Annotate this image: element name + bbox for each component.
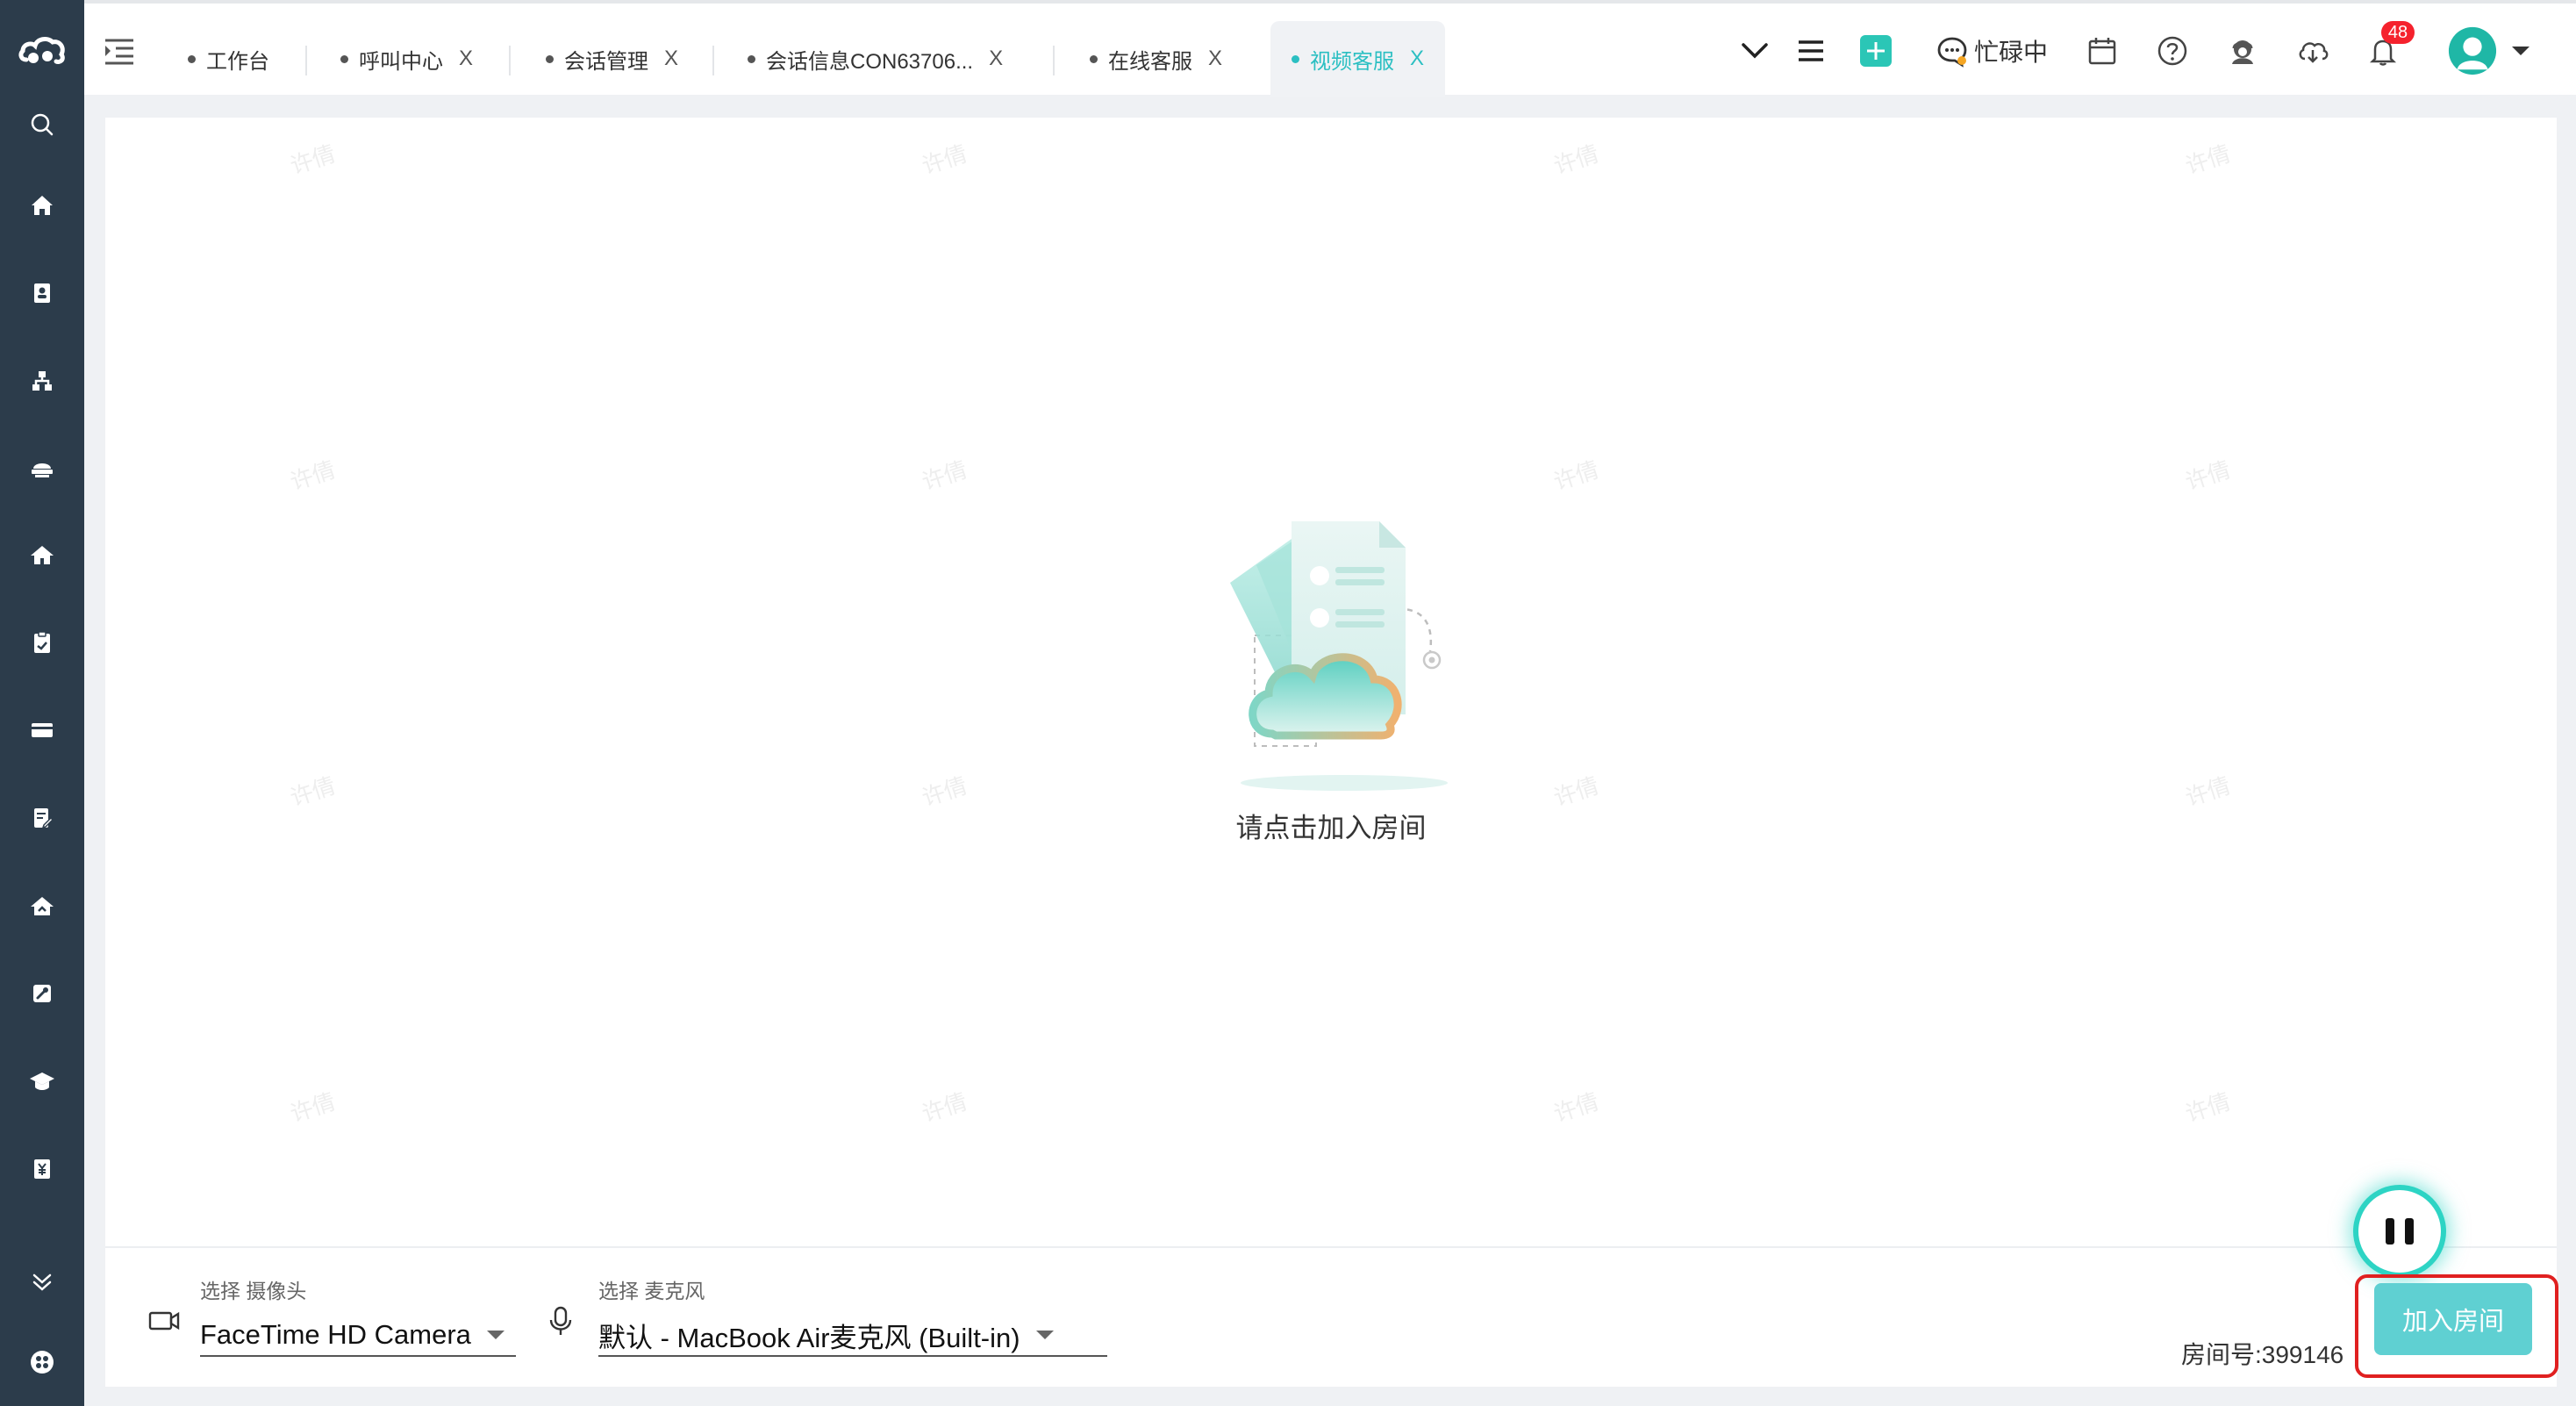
service-desk-icon[interactable] <box>0 439 84 495</box>
tab-dot <box>546 54 554 63</box>
tab-label: 会话管理 <box>564 49 648 74</box>
watermark: 许倩 <box>287 140 339 180</box>
org-chart-icon[interactable] <box>0 353 84 409</box>
watermark: 许倩 <box>287 456 339 496</box>
tab-dot <box>748 54 755 63</box>
search-icon[interactable] <box>0 97 84 153</box>
tab-separator <box>1053 46 1055 75</box>
avatar <box>2448 26 2497 75</box>
notification-badge: 48 <box>2381 21 2415 44</box>
join-room-button[interactable]: 加入房间 <box>2374 1283 2532 1355</box>
help-icon[interactable] <box>2155 30 2190 72</box>
device-bar: 选择 摄像头 FaceTime HD Camera 选择 麦克风 默认 - Ma… <box>105 1246 2557 1387</box>
tab-label: 会话信息CON63706... <box>766 49 974 74</box>
calendar-icon[interactable] <box>2085 30 2120 72</box>
watermark: 许倩 <box>1550 456 1602 496</box>
graduation-cap-icon[interactable] <box>0 1053 84 1109</box>
yen-icon[interactable] <box>0 1141 84 1197</box>
watermark: 许倩 <box>919 1087 970 1128</box>
tab-separator <box>305 46 307 75</box>
tab-close-icon[interactable]: X <box>1208 47 1222 71</box>
edit-document-icon[interactable] <box>0 790 84 846</box>
tab-close-icon[interactable]: X <box>1410 47 1424 71</box>
tab-video-service[interactable]: 视频客服 X <box>1270 21 1446 97</box>
card-icon[interactable] <box>0 702 84 758</box>
camera-select[interactable]: FaceTime HD Camera <box>200 1315 516 1357</box>
watermark: 许倩 <box>2182 1087 2234 1128</box>
add-icon[interactable] <box>1857 30 1895 72</box>
user-avatar-menu[interactable] <box>2444 26 2532 75</box>
tab-dot <box>1292 54 1299 63</box>
status-label: 忙碌中 <box>1974 39 2049 66</box>
tab-label: 工作台 <box>206 49 269 74</box>
tab-online-service[interactable]: 在线客服 X <box>1090 21 1222 97</box>
camera-icon <box>148 1311 180 1331</box>
room-number: 房间号:399146 <box>2181 1341 2344 1368</box>
empty-state-text: 请点击加入房间 <box>1235 813 1427 843</box>
notification-bell-icon[interactable]: 48 <box>2365 21 2415 72</box>
mic-select-label: 选择 麦克风 <box>598 1280 705 1302</box>
menu-collapse-icon[interactable] <box>102 35 137 67</box>
tab-call-center[interactable]: 呼叫中心 X <box>340 21 473 97</box>
top-bar: 工作台 呼叫中心 X 会话管理 X 会话信息CON63706... X 在线客服… <box>84 0 2576 97</box>
home-up-icon[interactable] <box>0 878 84 934</box>
tab-label: 视频客服 <box>1310 49 1394 74</box>
watermark: 许倩 <box>2182 140 2234 180</box>
chevron-down-icon[interactable] <box>1735 30 1774 72</box>
watermark: 许倩 <box>919 140 970 180</box>
agent-icon[interactable] <box>2225 30 2260 72</box>
app-logo-icon[interactable] <box>0 19 84 82</box>
camera-select-value: FaceTime HD Camera <box>200 1319 471 1350</box>
mic-select[interactable]: 默认 - MacBook Air麦克风 (Built-in) <box>598 1315 1107 1357</box>
status-busy-button[interactable]: 忙碌中 <box>1936 30 2058 72</box>
home-icon[interactable] <box>0 177 84 233</box>
mic-select-value: 默认 - MacBook Air麦克风 (Built-in) <box>598 1322 1020 1353</box>
sidebar <box>0 0 84 1406</box>
clipboard-icon[interactable] <box>0 614 84 671</box>
pause-icon <box>2405 1218 2414 1245</box>
watermark: 许倩 <box>2182 456 2234 496</box>
caret-down-icon <box>2512 47 2529 55</box>
tool-icon[interactable] <box>0 965 84 1022</box>
floating-pause-button[interactable] <box>2358 1190 2441 1273</box>
tab-separator <box>712 46 714 75</box>
contact-card-icon[interactable] <box>0 265 84 321</box>
tab-label: 在线客服 <box>1108 49 1192 74</box>
pause-icon <box>2386 1218 2394 1245</box>
empty-room-illustration <box>1230 521 1448 791</box>
watermark: 许倩 <box>287 1087 339 1128</box>
house-icon[interactable] <box>0 527 84 583</box>
mic-select-group: 选择 麦克风 默认 - MacBook Air麦克风 (Built-in) <box>598 1274 1107 1357</box>
tab-session-management[interactable]: 会话管理 X <box>546 21 678 97</box>
microphone-icon <box>549 1306 572 1335</box>
tab-separator <box>509 46 511 75</box>
tab-close-icon[interactable]: X <box>989 47 1003 71</box>
tab-label: 呼叫中心 <box>359 49 443 74</box>
watermark: 许倩 <box>1550 140 1602 180</box>
tab-dot <box>188 54 196 63</box>
tab-close-icon[interactable]: X <box>459 47 473 71</box>
tab-close-icon[interactable]: X <box>664 47 678 71</box>
watermark: 许倩 <box>919 456 970 496</box>
tab-dot <box>340 54 348 63</box>
camera-select-label: 选择 摄像头 <box>200 1280 307 1302</box>
tab-workbench[interactable]: 工作台 <box>188 21 269 97</box>
watermark: 许倩 <box>1550 1087 1602 1128</box>
caret-down-icon <box>486 1331 504 1339</box>
expand-more-icon[interactable] <box>0 1253 84 1309</box>
list-menu-icon[interactable] <box>1792 30 1830 72</box>
chat-status-icon <box>1937 37 1967 68</box>
tab-session-info[interactable]: 会话信息CON63706... X <box>748 21 1003 97</box>
video-service-panel: 许倩 许倩 许倩 许倩 许倩 许倩 许倩 许倩 许倩 许倩 许倩 许倩 许倩 许… <box>105 118 2557 1387</box>
apps-icon[interactable] <box>0 1334 84 1390</box>
caret-down-icon <box>1035 1331 1054 1339</box>
camera-select-group: 选择 摄像头 FaceTime HD Camera <box>200 1274 516 1357</box>
cloud-download-icon[interactable] <box>2295 30 2330 72</box>
tab-dot <box>1090 54 1098 63</box>
